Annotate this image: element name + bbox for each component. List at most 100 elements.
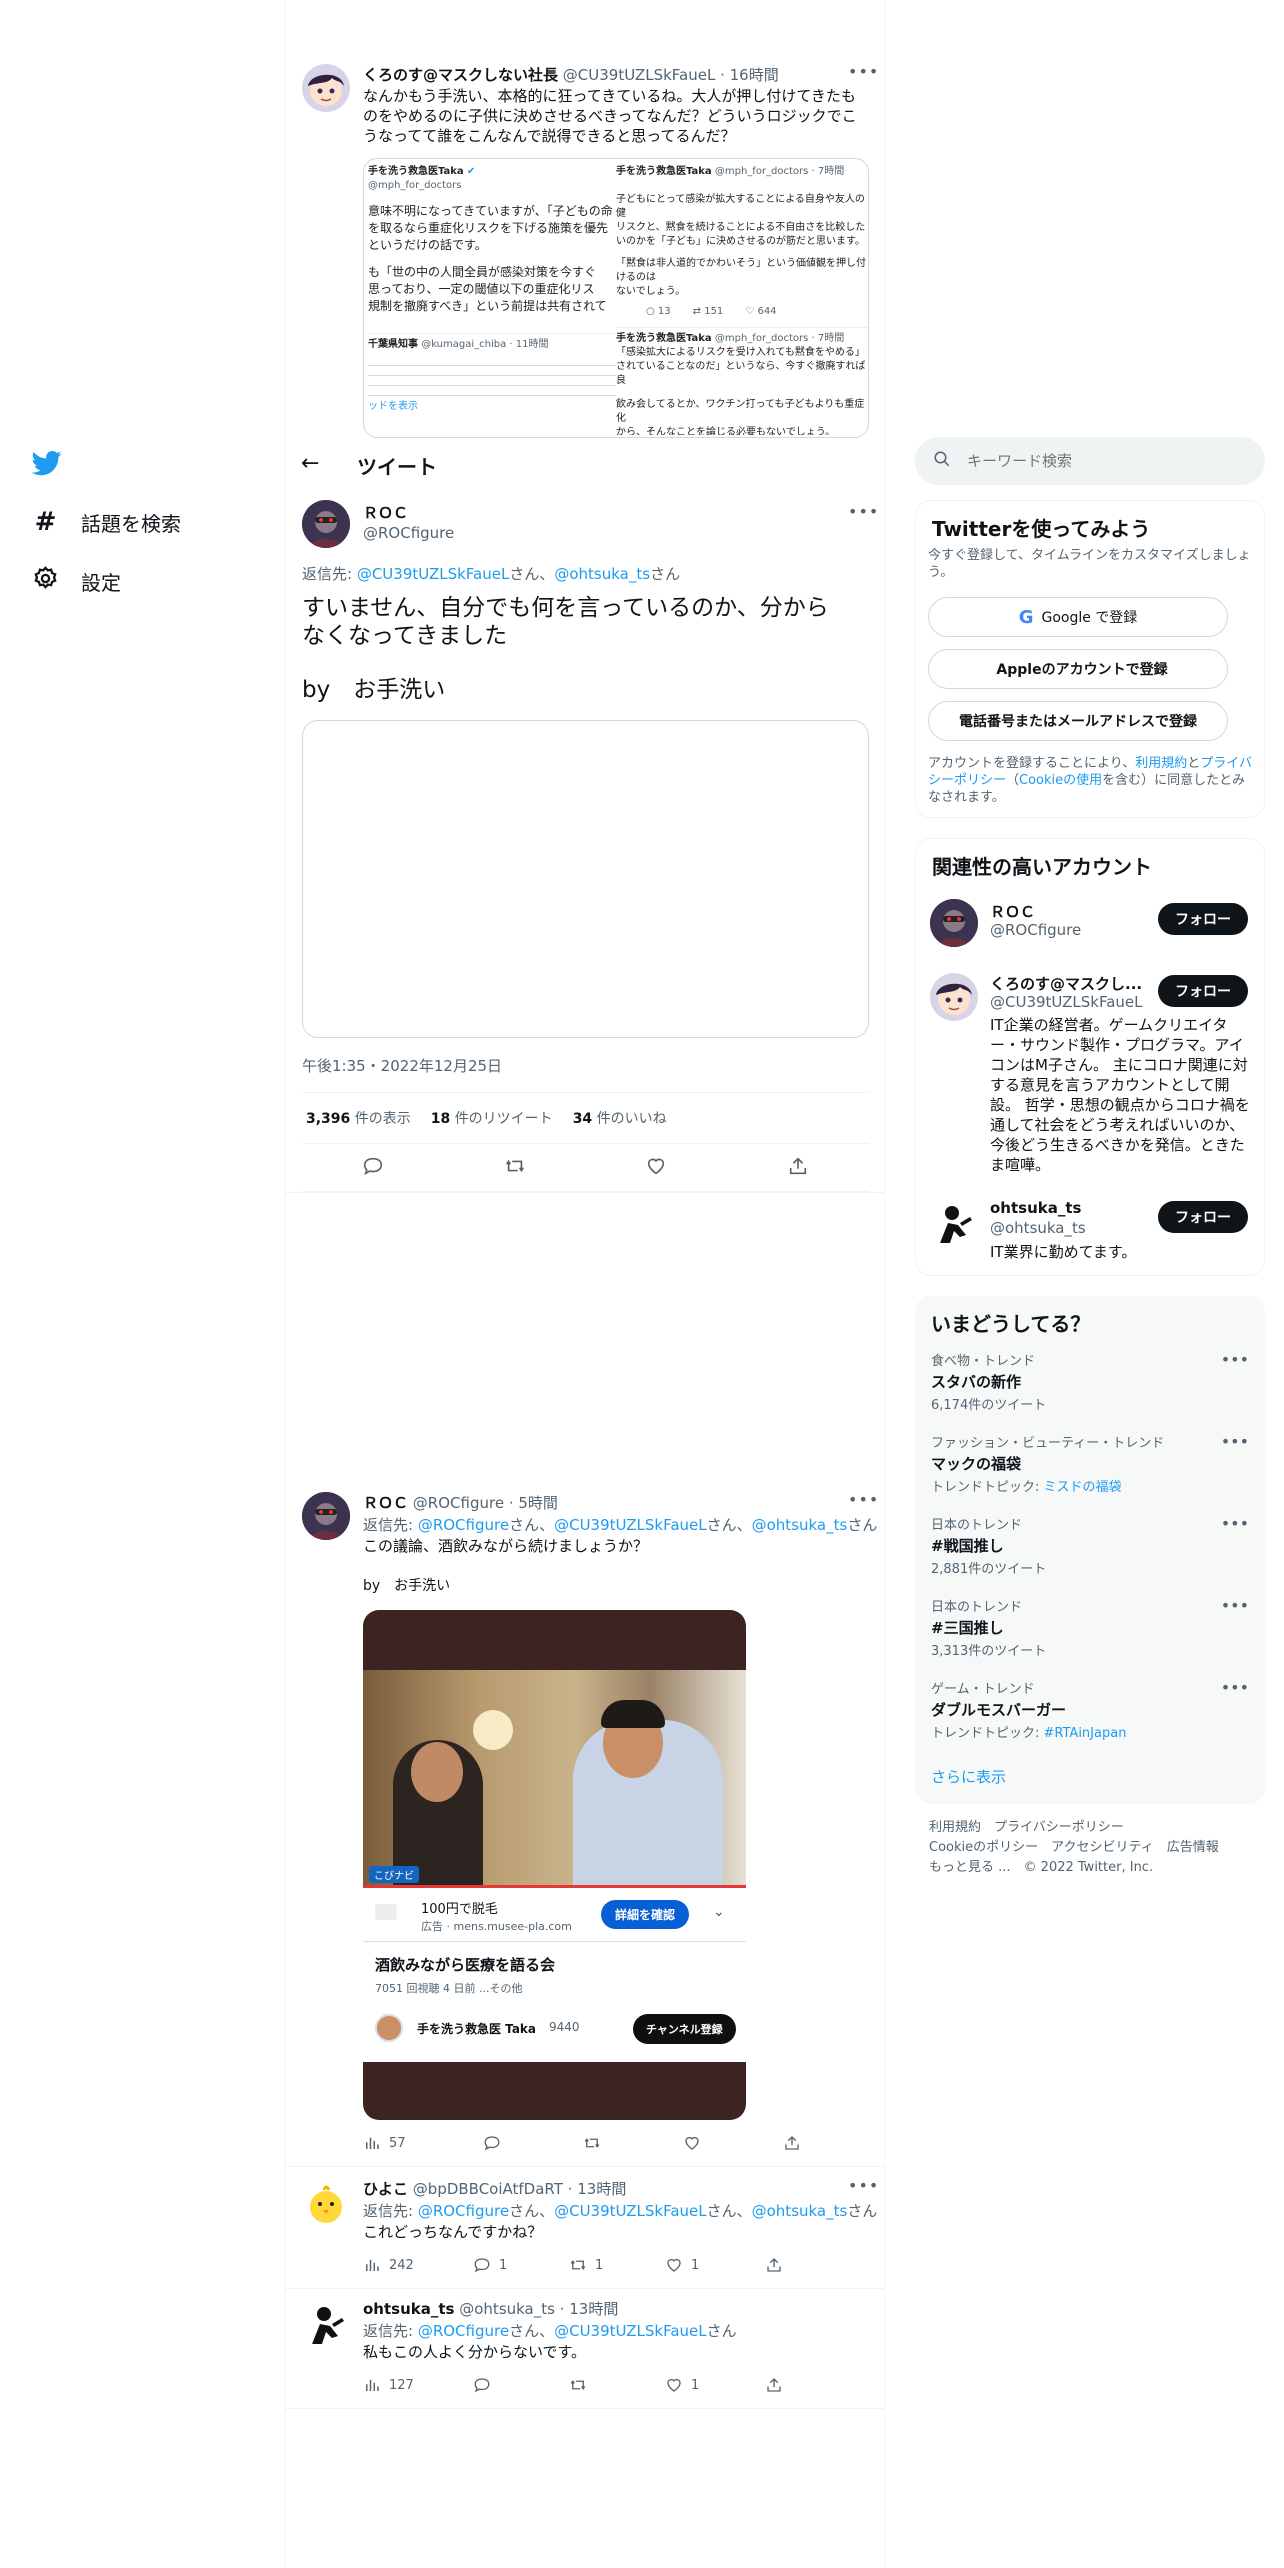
mention-link[interactable]: @ohtsuka_ts <box>752 2202 848 2220</box>
like-icon[interactable] <box>645 1155 667 1181</box>
account-handle[interactable]: @ohtsuka_ts <box>990 1219 1086 1237</box>
tweet-time[interactable]: 16時間 <box>730 66 779 84</box>
author-name[interactable]: ohtsuka_ts <box>363 2300 454 2318</box>
mention-link[interactable]: @CU39tUZLSkFaueL <box>554 2322 707 2340</box>
reply-icon[interactable] <box>362 1155 384 1181</box>
mention-link[interactable]: @CU39tUZLSkFaueL <box>554 1516 707 1534</box>
apple-signup-button[interactable]: Appleのアカウントで登録 <box>928 649 1228 689</box>
like-icon[interactable]: 1 <box>665 2256 765 2274</box>
back-arrow-icon[interactable]: ← <box>301 451 319 476</box>
views-action[interactable]: 57 <box>363 2134 483 2152</box>
views-action[interactable]: 127 <box>363 2376 473 2394</box>
ad-cta-button[interactable]: 詳細を確認 <box>601 1900 690 1929</box>
channel-avatar[interactable] <box>375 2014 403 2042</box>
footer-privacy-link[interactable]: プライバシーポリシー <box>994 1820 1124 1835</box>
mention-link[interactable]: @ROCfigure <box>418 2322 509 2340</box>
retweet-icon[interactable] <box>583 2134 683 2152</box>
author-handle[interactable]: @bpDBBCoiAtfDaRT <box>413 2180 563 2198</box>
follow-button[interactable]: フォロー <box>1158 975 1248 1007</box>
avatar[interactable] <box>302 500 350 548</box>
nav-explore[interactable]: # 話題を検索 <box>32 507 181 537</box>
search-box[interactable] <box>915 437 1265 485</box>
like-icon[interactable]: 1 <box>665 2376 765 2394</box>
mention-link[interactable]: @ohtsuka_ts <box>752 1516 848 1534</box>
channel-name[interactable]: 手を洗う救急医 Taka <box>417 2020 536 2037</box>
mention-link[interactable]: @ohtsuka_ts <box>554 565 650 583</box>
author-handle[interactable]: @ROCfigure <box>363 524 454 542</box>
footer-tos-link[interactable]: 利用規約 <box>929 1820 981 1835</box>
footer-more-link[interactable]: もっと見る ... <box>929 1860 1011 1875</box>
mention-link[interactable]: @CU39tUZLSkFaueL <box>357 565 510 583</box>
more-options-icon[interactable]: ••• <box>848 1490 879 1509</box>
account-name[interactable]: ohtsuka_ts <box>990 1199 1081 1217</box>
cookie-link[interactable]: Cookieの使用 <box>1019 773 1102 788</box>
embedded-video-placeholder[interactable] <box>302 720 869 1038</box>
author-handle[interactable]: @ohtsuka_ts <box>459 2300 555 2318</box>
author-handle[interactable]: @ROCfigure <box>413 1494 504 1512</box>
trend-item[interactable]: 日本のトレンド #三国推し 3,313件のツイート ••• <box>931 1596 1249 1659</box>
tweet-time[interactable]: 13時間 <box>577 2180 626 2198</box>
avatar[interactable] <box>930 899 978 947</box>
views-action[interactable]: 242 <box>363 2256 473 2274</box>
twitter-logo-icon[interactable] <box>31 448 62 478</box>
video-title[interactable]: 酒飲みながら医療を語る会 <box>375 1954 555 1975</box>
trend-item[interactable]: 食べ物・トレンド スタバの新作 6,174件のツイート ••• <box>931 1350 1249 1413</box>
author-name[interactable]: くろのす@マスクしない社長 <box>363 66 558 84</box>
more-options-icon[interactable]: ••• <box>1221 1678 1249 1697</box>
avatar[interactable] <box>302 64 350 112</box>
reply-icon[interactable] <box>483 2134 583 2152</box>
mention-link[interactable]: @CU39tUZLSkFaueL <box>554 2202 707 2220</box>
more-options-icon[interactable]: ••• <box>848 2176 879 2195</box>
author-name[interactable]: ひよこ <box>363 2180 408 2198</box>
footer-cookie-link[interactable]: Cookieのポリシー <box>929 1840 1038 1855</box>
avatar[interactable] <box>302 2300 350 2348</box>
avatar[interactable] <box>302 2180 350 2228</box>
tos-link[interactable]: 利用規約 <box>1135 756 1187 771</box>
subscribe-button[interactable]: チャンネル登録 <box>633 2014 736 2044</box>
views-count[interactable]: 3,396 件の表示 <box>306 1108 411 1128</box>
follow-button[interactable]: フォロー <box>1158 903 1248 935</box>
more-options-icon[interactable]: ••• <box>1221 1432 1249 1451</box>
tweet-timestamp[interactable]: 午後1:35・2022年12月25日 <box>302 1055 502 1076</box>
show-more-link[interactable]: さらに表示 <box>931 1766 1006 1787</box>
avatar[interactable] <box>302 1492 350 1540</box>
trend-topic-link[interactable]: #RTAinJapan <box>1044 1726 1127 1741</box>
nav-settings[interactable]: 設定 <box>32 565 121 597</box>
account-handle[interactable]: @ROCfigure <box>990 921 1081 939</box>
youtube-video-card[interactable]: こびナビ 100円で脱毛 広告 · mens.musee-pla.com 詳細を… <box>363 1610 746 2120</box>
footer-ads-link[interactable]: 広告情報 <box>1167 1840 1219 1855</box>
account-handle[interactable]: @CU39tUZLSkFaueL <box>990 993 1143 1011</box>
mention-link[interactable]: @ROCfigure <box>418 2202 509 2220</box>
account-name[interactable]: くろのす@マスクし... <box>990 973 1150 994</box>
like-icon[interactable] <box>683 2134 783 2152</box>
trend-item[interactable]: ゲーム・トレンド ダブルモスバーガー トレンドトピック: #RTAinJapan… <box>931 1678 1249 1741</box>
trend-item[interactable]: 日本のトレンド #戦国推し 2,881件のツイート ••• <box>931 1514 1249 1577</box>
share-icon[interactable] <box>783 2134 801 2152</box>
author-name[interactable]: ＲＯＣ <box>363 502 408 523</box>
trend-item[interactable]: ファッション・ビューティー・トレンド マックの福袋 トレンドトピック: ミスドの… <box>931 1432 1249 1495</box>
more-options-icon[interactable]: ••• <box>848 502 879 521</box>
mention-link[interactable]: @ROCfigure <box>418 1516 509 1534</box>
footer-accessibility-link[interactable]: アクセシビリティ <box>1051 1840 1154 1855</box>
retweet-icon[interactable] <box>569 2376 665 2394</box>
avatar[interactable] <box>930 1199 978 1247</box>
tweet-time[interactable]: 5時間 <box>518 1494 558 1512</box>
more-options-icon[interactable]: ••• <box>1221 1514 1249 1533</box>
share-icon[interactable] <box>787 1155 809 1181</box>
likes-count[interactable]: 34 件のいいね <box>573 1108 667 1128</box>
tweet-time[interactable]: 13時間 <box>569 2300 618 2318</box>
share-icon[interactable] <box>765 2256 783 2274</box>
follow-button[interactable]: フォロー <box>1158 1201 1248 1233</box>
author-handle[interactable]: @CU39tUZLSkFaueL <box>563 66 716 84</box>
author-name[interactable]: ＲＯＣ <box>363 1494 408 1512</box>
share-icon[interactable] <box>765 2376 783 2394</box>
avatar[interactable] <box>930 973 978 1021</box>
retweet-icon[interactable]: 1 <box>569 2256 665 2274</box>
more-options-icon[interactable]: ••• <box>1221 1350 1249 1369</box>
retweets-count[interactable]: 18 件のリツイート <box>431 1108 553 1128</box>
search-input[interactable] <box>967 452 1227 470</box>
trend-topic-link[interactable]: ミスドの福袋 <box>1044 1480 1122 1495</box>
reply-icon[interactable]: 1 <box>473 2256 569 2274</box>
phone-signup-button[interactable]: 電話番号またはメールアドレスで登録 <box>928 701 1228 741</box>
chevron-down-icon[interactable]: ⌄ <box>713 1904 725 1920</box>
